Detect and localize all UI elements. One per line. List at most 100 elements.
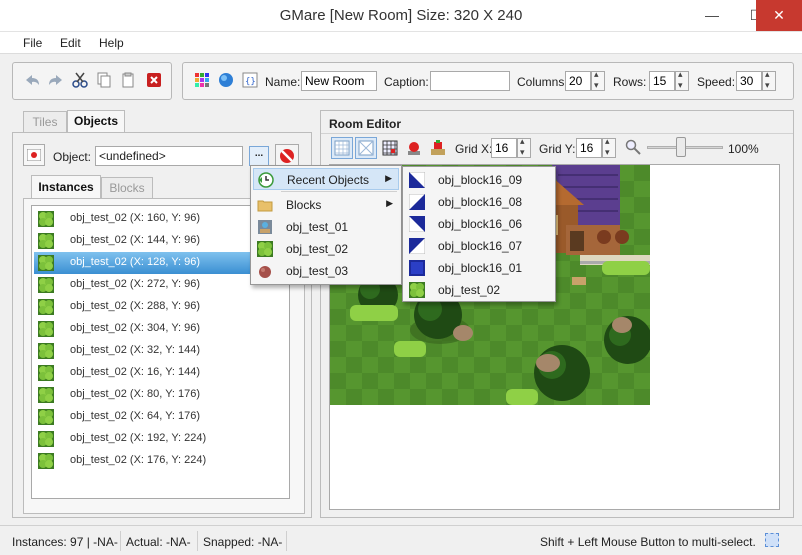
- caption-label: Caption:: [384, 75, 429, 89]
- menu-item-label: obj_test_02: [286, 242, 349, 256]
- background-color-button[interactable]: [215, 69, 237, 91]
- grid-x-spinner[interactable]: [517, 136, 531, 158]
- menu-item-obj-test-01[interactable]: obj_test_01: [253, 216, 399, 238]
- recent-item-obj-block16-09[interactable]: obj_block16_09: [405, 169, 553, 191]
- rock-icon: [259, 266, 271, 278]
- rows-spinner[interactable]: [675, 69, 689, 91]
- globe-icon: [219, 73, 233, 87]
- instance-row[interactable]: obj_test_02 (X: 80, Y: 176): [34, 384, 288, 406]
- show-instances-button[interactable]: [379, 137, 401, 159]
- tileset-button[interactable]: [191, 69, 213, 91]
- show-grid-button[interactable]: [331, 137, 353, 159]
- menu-edit[interactable]: Edit: [60, 36, 81, 50]
- instance-label: obj_test_02 (X: 32, Y: 144): [70, 344, 201, 356]
- grid-x-label: Grid X:: [455, 142, 493, 156]
- instance-row[interactable]: obj_test_02 (X: 16, Y: 144): [34, 362, 288, 384]
- menu-item-label: obj_block16_01: [438, 261, 523, 275]
- cut-button[interactable]: [69, 69, 91, 91]
- paste-icon: [122, 72, 134, 88]
- redo-button[interactable]: [45, 69, 67, 91]
- instance-row[interactable]: obj_test_02 (X: 64, Y: 176): [34, 406, 288, 428]
- recent-item-obj-block16-08[interactable]: obj_block16_08: [405, 191, 553, 213]
- instance-row[interactable]: obj_test_02 (X: 32, Y: 144): [34, 340, 288, 362]
- menu-item-recent-objects[interactable]: Recent Objects ▶: [253, 168, 399, 190]
- recent-item-obj-block16-07[interactable]: obj_block16_07: [405, 235, 553, 257]
- grid-color-icon: [195, 73, 209, 87]
- menu-item-label: obj_block16_07: [438, 239, 523, 253]
- instance-row[interactable]: obj_test_02 (X: 288, Y: 96): [34, 296, 288, 318]
- menu-item-obj-test-02[interactable]: obj_test_02: [253, 238, 399, 260]
- panel-divider: [321, 133, 793, 134]
- columns-input[interactable]: [565, 71, 591, 91]
- instance-label: obj_test_02 (X: 64, Y: 176): [70, 410, 201, 422]
- close-button[interactable]: ✕: [756, 0, 802, 31]
- subtab-blocks[interactable]: Blocks: [101, 177, 153, 199]
- status-hint: Shift + Left Mouse Button to multi-selec…: [540, 535, 756, 549]
- recent-item-obj-block16-01[interactable]: obj_block16_01: [405, 257, 553, 279]
- zoom-slider-thumb[interactable]: [676, 137, 687, 157]
- paint-icon: [431, 140, 445, 155]
- speed-input[interactable]: [736, 71, 762, 91]
- caption-input[interactable]: [430, 71, 510, 91]
- paste-button[interactable]: [117, 69, 139, 91]
- menu-bar: File Edit Help: [0, 32, 802, 54]
- room-editor-title: Room Editor: [329, 117, 401, 131]
- status-bar: Instances: 97 | -NA- Actual: -NA- Snappe…: [0, 525, 802, 555]
- block-triangle-icon: [409, 238, 425, 254]
- status-instances: Instances: 97 | -NA-: [12, 535, 118, 549]
- recent-item-obj-block16-06[interactable]: obj_block16_06: [405, 213, 553, 235]
- menu-help[interactable]: Help: [99, 36, 124, 50]
- block-triangle-icon: [409, 172, 425, 188]
- subtab-instances[interactable]: Instances: [31, 175, 101, 199]
- tab-tiles[interactable]: Tiles: [23, 111, 67, 133]
- rows-input[interactable]: [649, 71, 675, 91]
- bush-icon: [38, 299, 54, 315]
- code-button[interactable]: {}: [239, 69, 261, 91]
- instance-row[interactable]: obj_test_02 (X: 176, Y: 224): [34, 450, 288, 472]
- status-separator: [197, 531, 198, 551]
- recent-icon: [258, 172, 274, 188]
- grid-y-input[interactable]: [576, 138, 602, 158]
- block-triangle-icon: [409, 194, 425, 210]
- instance-label: obj_test_02 (X: 192, Y: 224): [70, 432, 207, 444]
- undo-button[interactable]: [21, 69, 43, 91]
- block-grid-icon: [358, 140, 374, 156]
- code-icon: {}: [242, 72, 258, 88]
- columns-spinner[interactable]: [591, 69, 605, 91]
- menu-item-obj-test-03[interactable]: obj_test_03: [253, 260, 399, 282]
- recent-item-obj-test-02[interactable]: obj_test_02: [405, 279, 553, 301]
- instance-row[interactable]: obj_test_02 (X: 304, Y: 96): [34, 318, 288, 340]
- browse-object-button[interactable]: ...: [249, 146, 269, 166]
- object-preview-button[interactable]: [23, 144, 45, 166]
- bush-icon: [38, 277, 54, 293]
- menu-file[interactable]: File: [23, 36, 42, 50]
- recent-objects-submenu: obj_block16_09 obj_block16_08 obj_block16_…: [402, 166, 556, 302]
- redo-icon: [49, 75, 62, 85]
- name-input[interactable]: [301, 71, 377, 91]
- speed-spinner[interactable]: [762, 69, 776, 91]
- grid-y-spinner[interactable]: [602, 136, 616, 158]
- menu-item-blocks[interactable]: Blocks ▶: [253, 194, 399, 216]
- copy-button[interactable]: [93, 69, 115, 91]
- name-label: Name:: [265, 75, 301, 89]
- columns-label: Columns:: [517, 75, 568, 89]
- show-blocks-button[interactable]: [355, 137, 377, 159]
- block-triangle-icon: [409, 216, 425, 232]
- status-snapped: Snapped: -NA-: [203, 535, 283, 549]
- status-separator: [286, 531, 287, 551]
- bush-icon: [38, 453, 54, 469]
- menu-item-label: obj_test_01: [286, 220, 349, 234]
- paint-mode-button[interactable]: [427, 137, 449, 159]
- grid-x-input[interactable]: [491, 138, 517, 158]
- minimize-button[interactable]: —: [690, 0, 734, 31]
- tab-objects[interactable]: Objects: [67, 110, 125, 133]
- zoom-icon: [625, 139, 641, 155]
- object-field[interactable]: <undefined>: [95, 146, 243, 166]
- instance-label: obj_test_02 (X: 176, Y: 224): [70, 454, 207, 466]
- delete-button[interactable]: [143, 69, 165, 91]
- bush-icon: [38, 387, 54, 403]
- instance-mode-button[interactable]: [403, 137, 425, 159]
- bush-icon: [38, 365, 54, 381]
- instance-row[interactable]: obj_test_02 (X: 192, Y: 224): [34, 428, 288, 450]
- instance-label: obj_test_02 (X: 80, Y: 176): [70, 388, 201, 400]
